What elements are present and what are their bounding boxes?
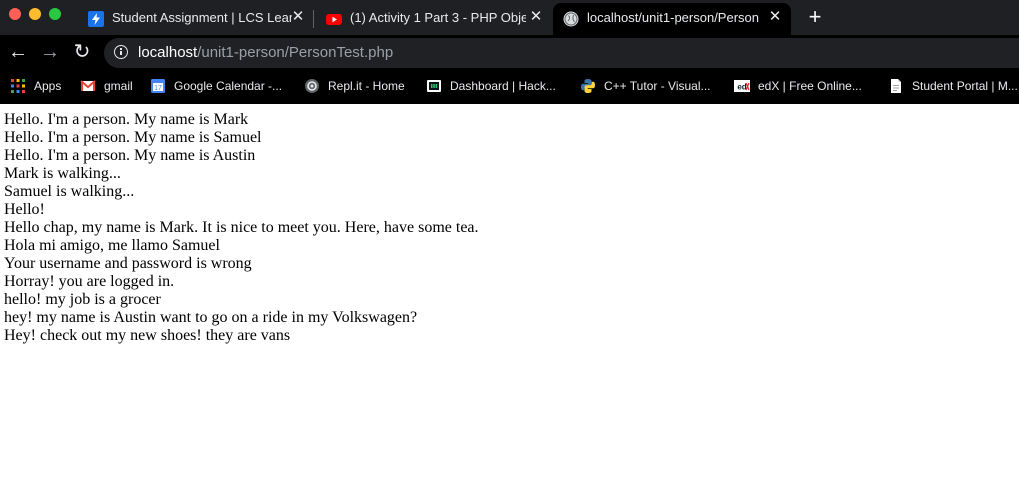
output-line: Hello. I'm a person. My name is Samuel: [4, 129, 262, 146]
url-text[interactable]: localhost/unit1-person/PersonTest.php: [138, 45, 393, 61]
svg-text:ed: ed: [737, 83, 746, 92]
page-output: Hello. I'm a person. My name is Mark Hel…: [4, 111, 479, 345]
edx-icon: ed: [734, 78, 750, 94]
tab-strip: Student Assignment | LCS Lear ✕ (1) Acti…: [0, 0, 1019, 35]
reload-button[interactable]: ↻: [70, 40, 94, 64]
tab-title: localhost/unit1-person/PersonT: [587, 10, 759, 25]
tab-title: (1) Activity 1 Part 3 - PHP Obje: [350, 10, 526, 25]
close-window-button[interactable]: [9, 8, 21, 20]
calendar-day-text: 17: [154, 85, 162, 92]
tab-student-assignment[interactable]: Student Assignment | LCS Lear ✕: [78, 3, 314, 35]
output-line: Samuel is walking...: [4, 183, 135, 200]
bookmark-label: Repl.it - Home: [328, 79, 405, 93]
gmail-icon: [80, 78, 96, 94]
output-line: Horray! you are logged in.: [4, 273, 175, 290]
bookmark-student-portal[interactable]: Student Portal | M...: [888, 77, 1019, 95]
new-tab-button[interactable]: +: [805, 6, 825, 28]
youtube-icon: [326, 11, 342, 27]
url-path: /unit1-person/PersonTest.php: [197, 44, 394, 61]
forward-button[interactable]: →: [38, 40, 62, 64]
tab-localhost-persontest[interactable]: localhost/unit1-person/PersonT ✕: [553, 3, 791, 35]
bookmark-apps[interactable]: Apps: [10, 77, 70, 95]
document-icon: [888, 78, 904, 94]
bookmark-label: Dashboard | Hack...: [450, 79, 556, 93]
output-line: Hello. I'm a person. My name is Austin: [4, 147, 256, 164]
tab-title: Student Assignment | LCS Lear: [112, 10, 292, 25]
browser-chrome: Student Assignment | LCS Lear ✕ (1) Acti…: [0, 0, 1019, 104]
maximize-window-button[interactable]: [49, 8, 61, 20]
address-bar[interactable]: localhost/unit1-person/PersonTest.php: [104, 38, 1019, 68]
output-line: hello! my job is a grocer: [4, 291, 161, 308]
bookmark-hackerrank[interactable]: Dashboard | Hack...: [426, 77, 568, 95]
replit-icon: [304, 78, 320, 94]
bookmark-label: Apps: [34, 79, 62, 93]
bookmark-cpp-tutor[interactable]: C++ Tutor - Visual...: [580, 77, 722, 95]
output-line: hey! my name is Austin want to go on a r…: [4, 309, 418, 326]
bookmark-replit[interactable]: Repl.it - Home: [304, 77, 419, 95]
browser-toolbar: ← → ↻ localhost/unit1-person/PersonTest.…: [0, 35, 1019, 70]
output-line: Hey! check out my new shoes! they are va…: [4, 327, 291, 344]
bookmark-label: C++ Tutor - Visual...: [604, 79, 711, 93]
tab-php-video[interactable]: (1) Activity 1 Part 3 - PHP Obje ✕: [316, 3, 552, 35]
output-line: Hello. I'm a person. My name is Mark: [4, 111, 249, 128]
python-icon: [580, 78, 596, 94]
tab-divider: [313, 10, 314, 28]
close-tab-icon[interactable]: ✕: [528, 8, 544, 26]
bookmark-google-calendar[interactable]: 17 Google Calendar -...: [150, 77, 295, 95]
output-line: Hello!: [4, 201, 45, 218]
close-tab-icon[interactable]: ✕: [290, 8, 306, 26]
bookmark-label: Student Portal | M...: [912, 79, 1018, 93]
bookmark-label: gmail: [104, 79, 133, 93]
close-tab-icon[interactable]: ✕: [767, 8, 783, 26]
url-host: localhost: [138, 44, 198, 61]
bookmark-edx[interactable]: ed edX | Free Online...: [734, 77, 874, 95]
minimize-window-button[interactable]: [29, 8, 41, 20]
bookmarks-bar: Apps gmail 17 Google Calendar -... Repl.…: [0, 70, 1019, 104]
bookmark-label: edX | Free Online...: [758, 79, 862, 93]
bookmark-label: Google Calendar -...: [174, 79, 283, 93]
globe-icon: [563, 11, 579, 27]
output-line: Mark is walking...: [4, 165, 121, 182]
hackerrank-icon: [426, 78, 442, 94]
output-line: Your username and password is wrong: [4, 255, 252, 272]
lightning-icon: [88, 11, 104, 27]
back-button[interactable]: ←: [6, 40, 30, 64]
site-info-icon[interactable]: [114, 45, 128, 59]
output-line: Hola mi amigo, me llamo Samuel: [4, 237, 220, 254]
apps-grid-icon: [10, 78, 26, 94]
calendar-icon: 17: [150, 78, 166, 94]
output-line: Hello chap, my name is Mark. It is nice …: [4, 219, 479, 236]
bookmark-gmail[interactable]: gmail: [80, 77, 142, 95]
